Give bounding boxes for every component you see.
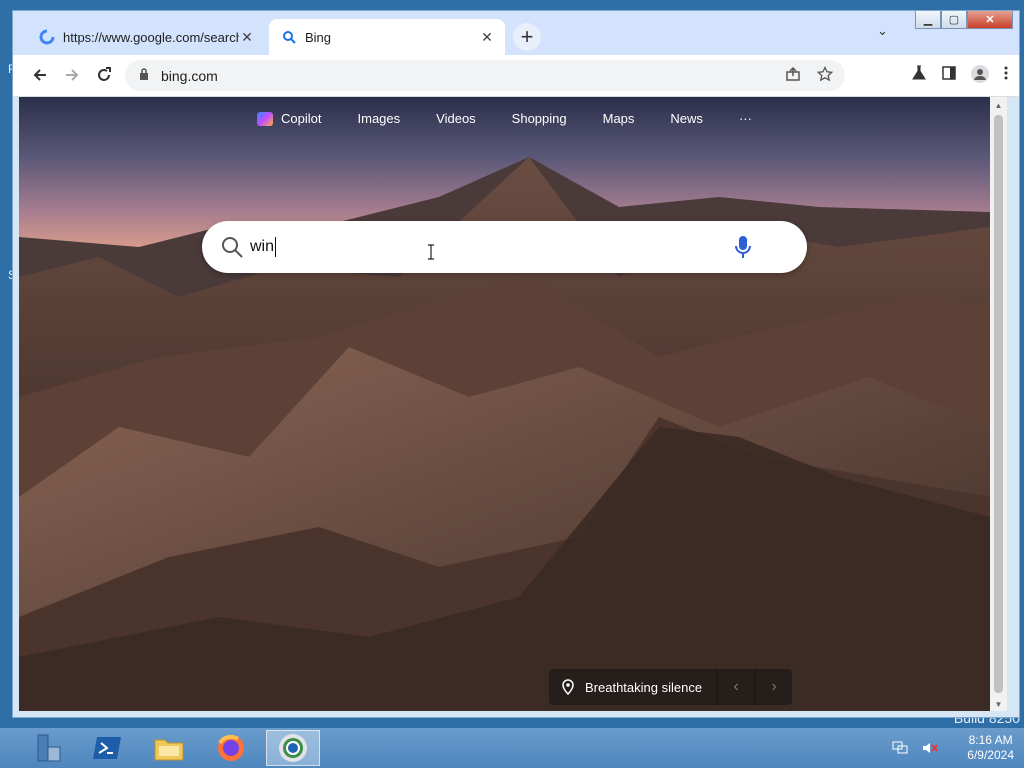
tab-google[interactable]: https://www.google.com/search ✕	[27, 19, 265, 55]
lock-icon[interactable]	[139, 68, 155, 83]
menu-kebab-icon[interactable]	[1003, 65, 1009, 88]
background-landscape-image	[19, 157, 990, 711]
nav-label: Copilot	[281, 111, 322, 126]
ibeam-cursor-icon	[428, 244, 434, 260]
microphone-icon[interactable]	[731, 234, 755, 260]
search-box[interactable]: win	[202, 221, 807, 273]
location-pin-icon[interactable]	[561, 679, 575, 696]
folder-icon	[154, 739, 184, 761]
tab-bing[interactable]: Bing ✕	[269, 19, 505, 55]
tab-strip: https://www.google.com/search ✕ Bing ✕ +…	[13, 11, 1019, 55]
maximize-button[interactable]: ▢	[941, 11, 967, 29]
google-g-icon	[39, 29, 55, 45]
side-panel-icon[interactable]	[941, 65, 957, 88]
volume-muted-icon[interactable]	[919, 740, 941, 756]
nav-maps[interactable]: Maps	[603, 111, 635, 126]
close-tab-icon[interactable]: ✕	[479, 29, 495, 46]
profile-avatar-icon[interactable]	[971, 65, 989, 88]
omnibox-actions	[785, 65, 834, 87]
previous-image-chevron-icon[interactable]: ‹	[716, 669, 754, 705]
taskbar-firefox[interactable]	[204, 730, 258, 766]
window-controls: ▁ ▢ ✕	[915, 11, 1013, 29]
bing-homepage: Copilot Images Videos Shopping Maps News…	[19, 97, 990, 711]
text-caret	[275, 237, 277, 257]
taskbar-powershell[interactable]	[80, 730, 134, 766]
reload-icon[interactable]	[93, 64, 115, 86]
minimize-button[interactable]: ▁	[915, 11, 941, 29]
network-icon[interactable]	[889, 740, 911, 756]
close-window-button[interactable]: ✕	[967, 11, 1013, 29]
scroll-up-arrow-icon[interactable]: ▲	[990, 101, 1007, 110]
search-icon[interactable]	[218, 233, 246, 261]
toolbar-right-icons	[911, 65, 1009, 88]
tab-search-chevron-icon[interactable]: ⌄	[877, 23, 888, 39]
nav-copilot[interactable]: Copilot	[257, 111, 322, 126]
powershell-icon	[93, 737, 121, 759]
system-tray: 8:16 AM 6/9/2024	[889, 728, 1014, 768]
nav-news[interactable]: News	[670, 111, 703, 126]
bookmark-star-icon[interactable]	[816, 65, 834, 87]
search-icon	[281, 29, 297, 45]
share-icon[interactable]	[785, 66, 801, 87]
nav-label: Maps	[602, 111, 635, 126]
next-image-chevron-icon[interactable]: ›	[754, 669, 792, 705]
copilot-logo-icon	[257, 111, 274, 126]
nav-label: Images	[357, 111, 401, 126]
new-tab-button[interactable]: +	[513, 23, 541, 51]
nav-more-button[interactable]: ···	[739, 111, 752, 126]
back-arrow-icon[interactable]	[29, 64, 51, 86]
clock-time: 8:16 AM	[968, 733, 1013, 747]
image-caption-text[interactable]: Breathtaking silence	[585, 680, 702, 695]
address-bar[interactable]: bing.com	[125, 60, 845, 91]
search-query-text: win	[250, 238, 275, 255]
nav-label: Videos	[436, 111, 476, 126]
nav-label: News	[670, 111, 703, 126]
server-manager-icon	[37, 734, 61, 762]
firefox-icon	[218, 734, 244, 761]
windows-taskbar: 8:16 AM 6/9/2024	[0, 728, 1024, 768]
nav-images[interactable]: Images	[358, 111, 401, 126]
nav-label: Shopping	[511, 111, 567, 126]
url-text: bing.com	[161, 67, 218, 84]
browser-window: https://www.google.com/search ✕ Bing ✕ +…	[12, 10, 1020, 718]
close-tab-icon[interactable]: ✕	[239, 29, 255, 46]
image-caption-bar: Breathtaking silence ‹ ›	[549, 669, 793, 705]
taskbar-file-explorer[interactable]	[142, 730, 196, 766]
more-dots-icon: ···	[738, 111, 752, 126]
taskbar-clock[interactable]: 8:16 AM 6/9/2024	[967, 733, 1014, 763]
taskbar-chrome[interactable]	[266, 730, 320, 766]
chrome-icon	[279, 734, 307, 762]
scrollbar-thumb[interactable]	[994, 115, 1003, 693]
nav-shopping[interactable]: Shopping	[512, 111, 567, 126]
forward-arrow-icon[interactable]	[61, 64, 83, 86]
tab-title: Bing	[305, 29, 332, 45]
bing-top-nav: Copilot Images Videos Shopping Maps News…	[19, 111, 990, 126]
clock-date: 6/9/2024	[967, 748, 1014, 762]
scroll-down-arrow-icon[interactable]: ▼	[990, 700, 1007, 709]
taskbar-server-manager[interactable]	[18, 730, 72, 766]
tab-title: https://www.google.com/search	[63, 29, 239, 45]
search-input[interactable]: win	[250, 237, 277, 257]
browser-toolbar: bing.com	[13, 55, 1019, 97]
labs-flask-icon[interactable]	[911, 65, 927, 88]
nav-videos[interactable]: Videos	[436, 111, 476, 126]
page-scrollbar[interactable]: ▲ ▼	[990, 97, 1007, 711]
